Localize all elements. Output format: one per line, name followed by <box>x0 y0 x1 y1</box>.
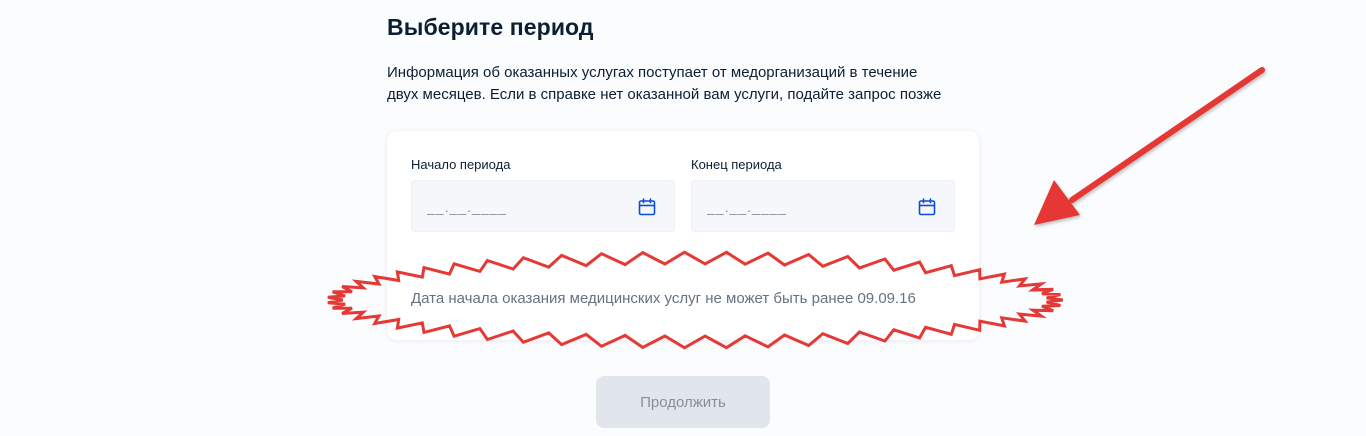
start-date-input[interactable] <box>427 197 617 217</box>
start-date-field[interactable] <box>411 180 675 232</box>
end-date-field[interactable] <box>691 180 955 232</box>
page-title: Выберите период <box>387 14 594 40</box>
continue-button[interactable]: Продолжить <box>596 376 770 428</box>
start-date-label: Начало периода <box>411 157 511 172</box>
description-line-2: двух месяцев. Если в справке нет оказанн… <box>387 86 942 103</box>
end-date-label: Конец периода <box>691 157 782 172</box>
calendar-icon[interactable] <box>637 197 657 217</box>
description-line-1: Информация об оказанных услугах поступае… <box>387 64 918 81</box>
end-date-input[interactable] <box>707 197 897 217</box>
calendar-icon[interactable] <box>917 197 937 217</box>
date-limit-hint: Дата начала оказания медицинских услуг н… <box>411 290 916 307</box>
page-description: Информация об оказанных услугах поступае… <box>387 62 987 106</box>
